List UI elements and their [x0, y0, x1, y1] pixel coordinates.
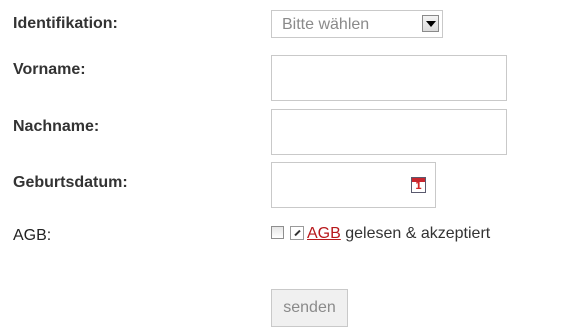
birthdate-input[interactable]: 1: [271, 162, 436, 208]
chevron-down-icon[interactable]: [422, 15, 439, 32]
terms-label: AGB:: [13, 227, 52, 244]
identification-select[interactable]: Bitte wählen: [271, 10, 443, 38]
firstname-input[interactable]: [271, 55, 507, 101]
identification-select-value: Bitte wählen: [282, 16, 370, 33]
registration-form: Identifikation: Bitte wählen Vorname: Na…: [0, 0, 585, 331]
calendar-icon[interactable]: 1: [411, 177, 426, 193]
calendar-icon-digit: 1: [415, 181, 422, 192]
firstname-label: Vorname:: [13, 61, 86, 78]
terms-link[interactable]: AGB: [307, 225, 341, 242]
submit-button[interactable]: senden: [271, 289, 348, 327]
identification-label: Identifikation:: [13, 15, 118, 32]
terms-suffix-text: gelesen & akzeptiert: [345, 225, 491, 242]
birthdate-label: Geburtsdatum:: [13, 174, 128, 191]
external-link-icon: [290, 226, 304, 240]
lastname-label: Nachname:: [13, 118, 100, 135]
lastname-input[interactable]: [271, 109, 507, 155]
terms-checkbox[interactable]: [271, 226, 284, 239]
terms-row: AGB gelesen & akzeptiert: [271, 224, 490, 244]
